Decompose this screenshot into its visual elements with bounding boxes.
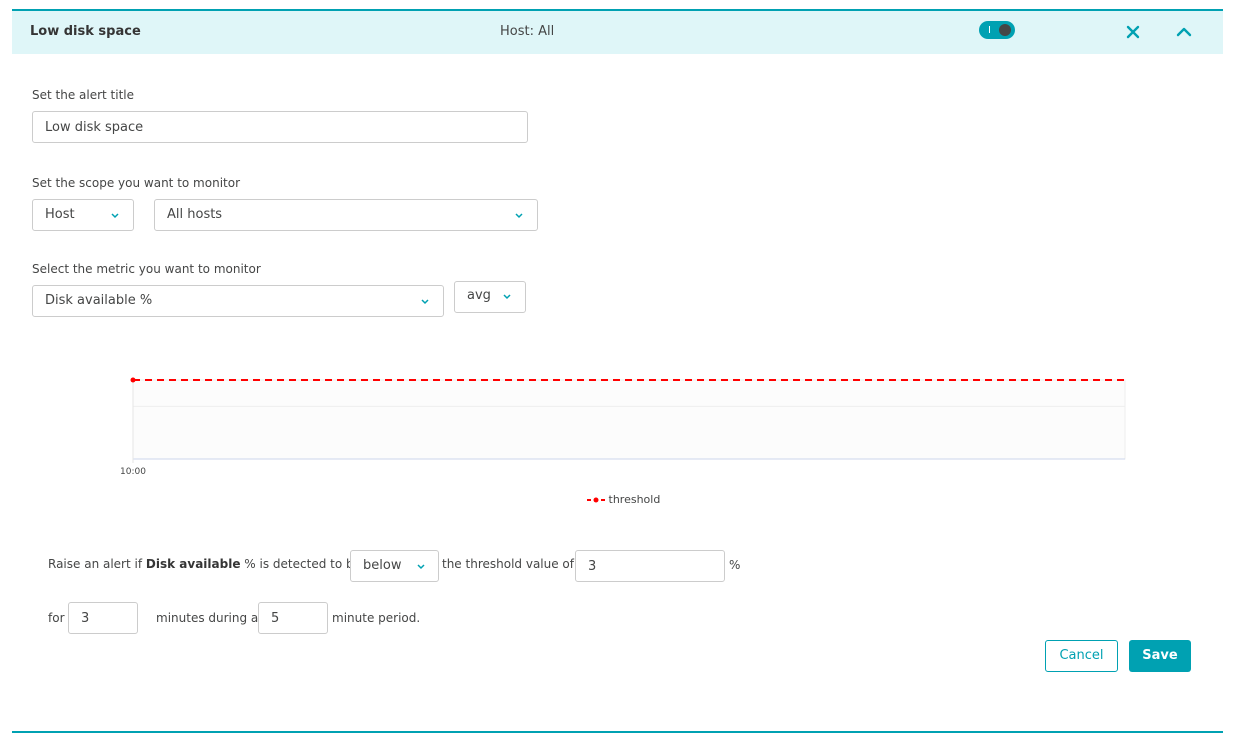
period-input[interactable] — [271, 603, 315, 633]
condition-metric-unit: % — [244, 557, 256, 571]
scope-type-select[interactable]: Host — [32, 199, 134, 231]
alert-header[interactable]: Low disk space Host: All — [12, 11, 1223, 54]
chevron-up-icon — [1176, 27, 1192, 37]
alert-title-field[interactable] — [32, 111, 528, 143]
period-label: minute period. — [332, 611, 421, 625]
enable-toggle[interactable] — [979, 21, 1015, 39]
chart-legend: threshold — [587, 493, 660, 506]
cancel-button[interactable]: Cancel — [1045, 640, 1118, 672]
condition-prefix: Raise an alert if — [48, 557, 143, 571]
alert-title-input[interactable] — [45, 112, 515, 142]
legend-label-threshold: threshold — [608, 493, 661, 506]
chevron-down-icon — [111, 213, 119, 219]
condition-text: Raise an alert if Disk available % is de… — [48, 557, 361, 571]
chevron-down-icon — [503, 294, 511, 300]
threshold-field[interactable] — [575, 550, 725, 582]
toggle-knob — [999, 24, 1011, 36]
scope-target-select[interactable]: All hosts — [154, 199, 538, 231]
close-icon — [1126, 25, 1140, 39]
scope-target-value: All hosts — [167, 207, 223, 222]
metric-chart: 0 %2 %10:00 — [120, 377, 1126, 477]
threshold-legend-icon — [587, 497, 605, 503]
metric-label: Select the metric you want to monitor — [32, 262, 261, 276]
period-field[interactable] — [258, 602, 328, 634]
condition-mid: is detected to be — [259, 557, 361, 571]
metric-select[interactable]: Disk available % — [32, 285, 444, 317]
close-button[interactable] — [1122, 21, 1144, 43]
chevron-down-icon — [421, 299, 429, 305]
during-label: minutes during any — [156, 611, 273, 625]
minutes-input[interactable] — [81, 603, 125, 633]
threshold-input[interactable] — [588, 551, 712, 581]
save-button[interactable]: Save — [1129, 640, 1191, 672]
for-label: for — [48, 611, 65, 625]
threshold-text: the threshold value of — [442, 557, 574, 571]
chevron-down-icon — [417, 564, 425, 570]
bottom-divider — [12, 731, 1223, 733]
alert-header-scope: Host: All — [500, 24, 555, 39]
comparison-value: below — [363, 558, 402, 573]
chevron-down-icon — [515, 213, 523, 219]
condition-metric: Disk available — [145, 557, 241, 571]
aggregation-value: avg — [467, 288, 491, 303]
x-tick-label: 10:00 — [120, 467, 146, 477]
collapse-button[interactable] — [1173, 21, 1195, 43]
scope-label: Set the scope you want to monitor — [32, 176, 241, 190]
scope-type-value: Host — [45, 207, 75, 222]
metric-value: Disk available % — [45, 293, 153, 308]
alert-header-title: Low disk space — [30, 24, 141, 39]
aggregation-select[interactable]: avg — [454, 281, 526, 313]
threshold-point — [130, 377, 136, 383]
minutes-field[interactable] — [68, 602, 138, 634]
plot-background — [132, 379, 1126, 460]
comparison-select[interactable]: below — [350, 550, 439, 582]
threshold-unit: % — [729, 558, 741, 572]
alert-title-label: Set the alert title — [32, 88, 135, 102]
toggle-on-mark — [989, 26, 990, 33]
